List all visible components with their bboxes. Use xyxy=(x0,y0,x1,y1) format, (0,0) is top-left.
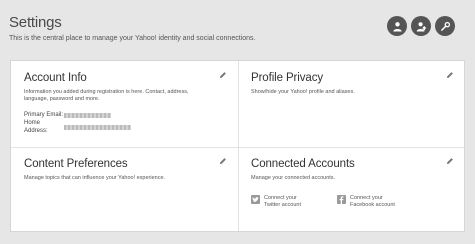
user-settings-icon xyxy=(416,21,427,32)
primary-email-value-redacted xyxy=(64,112,111,118)
connect-facebook-label: Connect your Facebook account xyxy=(350,195,395,208)
connect-twitter-link[interactable]: Connect your Twitter account xyxy=(251,195,310,209)
primary-email-label: Primary Email: xyxy=(24,112,64,118)
facebook-icon xyxy=(337,195,346,204)
profile-privacy-title: Profile Privacy xyxy=(251,72,323,84)
account-info-title: Account Info xyxy=(24,72,87,84)
home-address-value-redacted xyxy=(64,124,131,130)
connected-accounts-description: Manage your connected accounts. xyxy=(251,175,336,181)
home-address-label: Home Address: xyxy=(24,120,48,134)
grid-divider-horizontal xyxy=(11,147,464,148)
profile-privacy-card[interactable]: Profile Privacy Show/hide your Yahoo! pr… xyxy=(251,71,456,96)
twitter-icon xyxy=(251,195,260,204)
wrench-icon xyxy=(440,21,450,31)
settings-grid: Account Info Information you added durin… xyxy=(10,60,465,232)
account-info-description: Information you added during registratio… xyxy=(24,89,189,102)
primary-email-row: Primary Email: xyxy=(24,111,229,119)
pencil-icon[interactable] xyxy=(446,157,454,165)
connect-twitter-label: Connect your Twitter account xyxy=(264,195,301,208)
grid-divider-vertical xyxy=(238,61,239,231)
pencil-icon[interactable] xyxy=(219,71,227,79)
pencil-icon[interactable] xyxy=(446,71,454,79)
home-address-row: Home Address: xyxy=(24,119,229,135)
connected-accounts-card[interactable]: Connected Accounts Manage your connected… xyxy=(251,157,456,182)
content-preferences-title: Content Preferences xyxy=(24,158,128,170)
tools-button[interactable] xyxy=(435,16,455,36)
connect-facebook-link[interactable]: Connect your Facebook account xyxy=(337,195,400,209)
account-info-card[interactable]: Account Info Information you added durin… xyxy=(24,71,229,135)
header-icon-buttons xyxy=(387,16,455,36)
content-preferences-description: Manage topics that can influence your Ya… xyxy=(24,175,166,181)
pencil-icon[interactable] xyxy=(219,157,227,165)
content-preferences-card[interactable]: Content Preferences Manage topics that c… xyxy=(24,157,229,182)
account-settings-button[interactable] xyxy=(411,16,431,36)
profile-button[interactable] xyxy=(387,16,407,36)
connected-accounts-title: Connected Accounts xyxy=(251,158,355,170)
profile-privacy-description: Show/hide your Yahoo! profile and aliase… xyxy=(251,89,355,95)
user-icon xyxy=(392,21,402,32)
